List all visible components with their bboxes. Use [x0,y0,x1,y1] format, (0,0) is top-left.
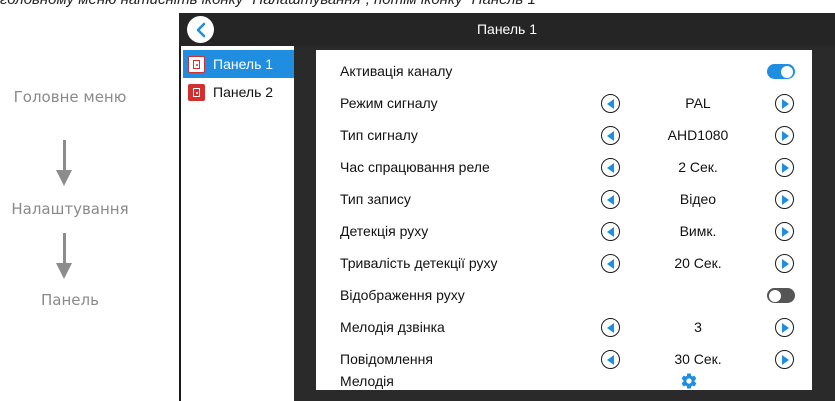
arrow-left-icon [606,354,614,365]
arrow-right-icon [782,322,789,333]
setting-label: Мелодія дзвінка [340,319,445,335]
next-value-button[interactable] [775,126,794,145]
setting-label: Мелодія [340,373,394,389]
navigation-flow-guide: Головне меню Налаштування Панель [0,0,180,401]
setting-signal-mode: Режим сигналу PAL [316,88,812,118]
device-screen: Панель 1 Панель 1 Панель 2 Активація кан… [179,13,835,401]
door-panel-icon [188,55,205,73]
setting-label: Детекція руху [340,223,429,239]
previous-value-button[interactable] [601,318,620,337]
page-title: Панель 1 [476,21,538,37]
setting-ringtone: Мелодія дзвінка 3 [316,312,812,342]
setting-label: Режим сигналу [340,95,438,111]
door-panel-icon [188,83,205,101]
setting-value: Вимк. [679,223,717,239]
setting-label: Активація каналу [340,63,453,79]
arrow-right-icon [782,162,789,173]
setting-value: 2 Сек. [678,159,718,175]
sidebar-item-label: Панель 2 [213,84,274,100]
arrow-left-icon [606,194,614,205]
arrow-left-icon [606,162,614,173]
settings-list: Активація каналу Режим сигналу PAL Тип с… [316,50,812,390]
setting-label: Тривалість детекції руху [340,255,498,271]
setting-value: 20 Сек. [674,255,722,271]
previous-value-button[interactable] [601,254,620,273]
back-button[interactable] [187,16,214,43]
setting-record-type: Тип запису Відео [316,184,812,214]
setting-value: Відео [679,191,717,207]
previous-value-button[interactable] [601,222,620,241]
arrow-left-icon [606,98,614,109]
previous-value-button[interactable] [601,190,620,209]
sidebar-item-panel-2[interactable]: Панель 2 [183,78,294,106]
setting-label: Відображення руху [340,287,465,303]
sidebar-item-label: Панель 1 [213,56,274,72]
setting-value: 3 [694,319,702,335]
previous-value-button[interactable] [601,158,620,177]
next-value-button[interactable] [775,318,794,337]
next-value-button[interactable] [775,222,794,241]
arrow-left-icon [606,226,614,237]
chevron-left-icon [196,22,205,37]
flow-step-settings: Налаштування [11,200,129,218]
next-value-button[interactable] [775,190,794,209]
top-bar: Панель 1 [179,13,835,46]
arrow-left-icon [606,322,614,333]
setting-label: Тип сигналу [340,127,418,143]
setting-relay-time: Час спрацювання реле 2 Сек. [316,152,812,182]
setting-motion-detection: Детекція руху Вимк. [316,216,812,246]
previous-value-button[interactable] [601,94,620,113]
setting-channel-activation: Активація каналу [316,56,812,86]
arrow-right-icon [782,194,789,205]
setting-label: Час спрацювання реле [340,159,490,175]
flow-step-panel: Панель [41,291,99,309]
setting-value: AHD1080 [667,127,729,143]
previous-value-button[interactable] [601,126,620,145]
gear-icon[interactable] [680,372,698,390]
setting-label: Тип запису [340,191,411,207]
setting-motion-display: Відображення руху [316,280,812,310]
next-value-button[interactable] [775,94,794,113]
arrow-left-icon [606,130,614,141]
next-value-button[interactable] [775,158,794,177]
arrow-right-icon [782,258,789,269]
down-arrow-icon [56,233,72,279]
channel-activation-toggle[interactable] [767,64,795,79]
setting-value: PAL [685,95,711,111]
down-arrow-icon [56,140,72,186]
sidebar-item-panel-1[interactable]: Панель 1 [183,50,294,78]
setting-motion-duration: Тривалість детекції руху 20 Сек. [316,248,812,278]
arrow-right-icon [782,130,789,141]
flow-step-main-menu: Головне меню [13,88,127,106]
arrow-left-icon [606,258,614,269]
arrow-right-icon [782,354,789,365]
next-value-button[interactable] [775,254,794,273]
setting-signal-type: Тип сигналу AHD1080 [316,120,812,150]
arrow-right-icon [782,98,789,109]
arrow-right-icon [782,226,789,237]
motion-display-toggle[interactable] [767,288,795,303]
setting-melody: Мелодія [316,366,812,396]
panel-sidebar: Панель 1 Панель 2 [179,46,294,401]
